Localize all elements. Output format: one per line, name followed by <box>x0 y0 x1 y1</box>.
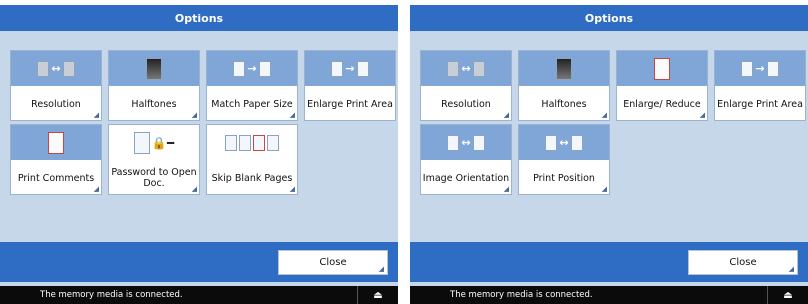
image-orientation-button[interactable]: ↔ Image Orientation ◢ <box>420 124 512 195</box>
options-panel-right: Options ↔ Resolution ◢ Halftones ◢ Enlar… <box>410 5 808 304</box>
close-button[interactable]: Close ◢ <box>688 250 798 275</box>
status-bar: The memory media is connected. ⏏ <box>410 286 808 304</box>
tile-label: Password to Open Doc. <box>111 167 197 189</box>
enlarge-reduce-icon <box>617 51 707 86</box>
options-title: Options <box>410 5 808 31</box>
status-bar: The memory media is connected. ⏏ <box>0 286 398 304</box>
print-comments-icon <box>11 125 101 160</box>
corner-indicator-icon: ◢ <box>788 265 794 273</box>
resolution-button[interactable]: ↔ Resolution ◢ <box>10 50 102 121</box>
tile-label: Print Comments <box>17 172 95 184</box>
print-comments-button[interactable]: Print Comments ◢ <box>10 124 102 195</box>
close-label: Close <box>729 257 757 268</box>
match-paper-size-icon: → <box>207 51 297 86</box>
corner-indicator-icon: ◢ <box>191 111 197 119</box>
corner-indicator-icon: ◢ <box>289 111 295 119</box>
tile-label: Skip Blank Pages <box>211 172 293 184</box>
match-paper-size-button[interactable]: → Match Paper Size ◢ <box>206 50 298 121</box>
options-title: Options <box>0 5 398 31</box>
corner-indicator-icon: ◢ <box>699 111 705 119</box>
skip-blank-pages-button[interactable]: Skip Blank Pages ◢ <box>206 124 298 195</box>
tile-label: Image Orientation <box>422 172 510 184</box>
halftones-button[interactable]: Halftones ◢ <box>518 50 610 121</box>
tile-label: Enlarge Print Area <box>307 98 393 110</box>
halftones-icon <box>109 51 199 86</box>
enlarge-print-area-button[interactable]: → Enlarge Print Area <box>304 50 396 121</box>
corner-indicator-icon: ◢ <box>601 185 607 193</box>
options-panel-left: Options ↔ Resolution ◢ Halftones ◢ → Mat… <box>0 5 398 304</box>
image-orientation-icon: ↔ <box>421 125 511 160</box>
tile-label: Match Paper Size <box>211 98 293 110</box>
corner-indicator-icon: ◢ <box>601 111 607 119</box>
tile-label: Enlarge Print Area <box>717 98 803 110</box>
eject-icon[interactable]: ⏏ <box>767 286 808 304</box>
print-position-button[interactable]: ↔ Print Position ◢ <box>518 124 610 195</box>
password-to-open-doc-button[interactable]: 🔒━ Password to Open Doc. ◢ <box>108 124 200 195</box>
enlarge-print-area-icon: → <box>305 51 395 86</box>
enlarge-reduce-button[interactable]: Enlarge/ Reduce ◢ <box>616 50 708 121</box>
close-button[interactable]: Close ◢ <box>278 250 388 275</box>
halftones-icon <box>519 51 609 86</box>
status-message: The memory media is connected. <box>40 290 183 300</box>
halftones-button[interactable]: Halftones ◢ <box>108 50 200 121</box>
tile-label: Resolution <box>31 98 81 110</box>
eject-icon[interactable]: ⏏ <box>357 286 398 304</box>
tile-label: Print Position <box>533 172 595 184</box>
close-label: Close <box>319 257 347 268</box>
resolution-button[interactable]: ↔ Resolution ◢ <box>420 50 512 121</box>
tile-label: Halftones <box>541 98 587 110</box>
corner-indicator-icon: ◢ <box>191 185 197 193</box>
resolution-icon: ↔ <box>11 51 101 86</box>
tile-label: Halftones <box>131 98 177 110</box>
print-position-icon: ↔ <box>519 125 609 160</box>
tile-label: Resolution <box>441 98 491 110</box>
enlarge-print-area-button[interactable]: → Enlarge Print Area <box>714 50 806 121</box>
corner-indicator-icon: ◢ <box>378 265 384 273</box>
corner-indicator-icon: ◢ <box>289 185 295 193</box>
corner-indicator-icon: ◢ <box>503 185 509 193</box>
corner-indicator-icon: ◢ <box>93 111 99 119</box>
status-message: The memory media is connected. <box>450 290 593 300</box>
tile-label: Enlarge/ Reduce <box>623 98 701 110</box>
corner-indicator-icon: ◢ <box>503 111 509 119</box>
enlarge-print-area-icon: → <box>715 51 805 86</box>
skip-blank-pages-icon <box>207 125 297 160</box>
corner-indicator-icon: ◢ <box>93 185 99 193</box>
resolution-icon: ↔ <box>421 51 511 86</box>
password-icon: 🔒━ <box>109 125 199 160</box>
